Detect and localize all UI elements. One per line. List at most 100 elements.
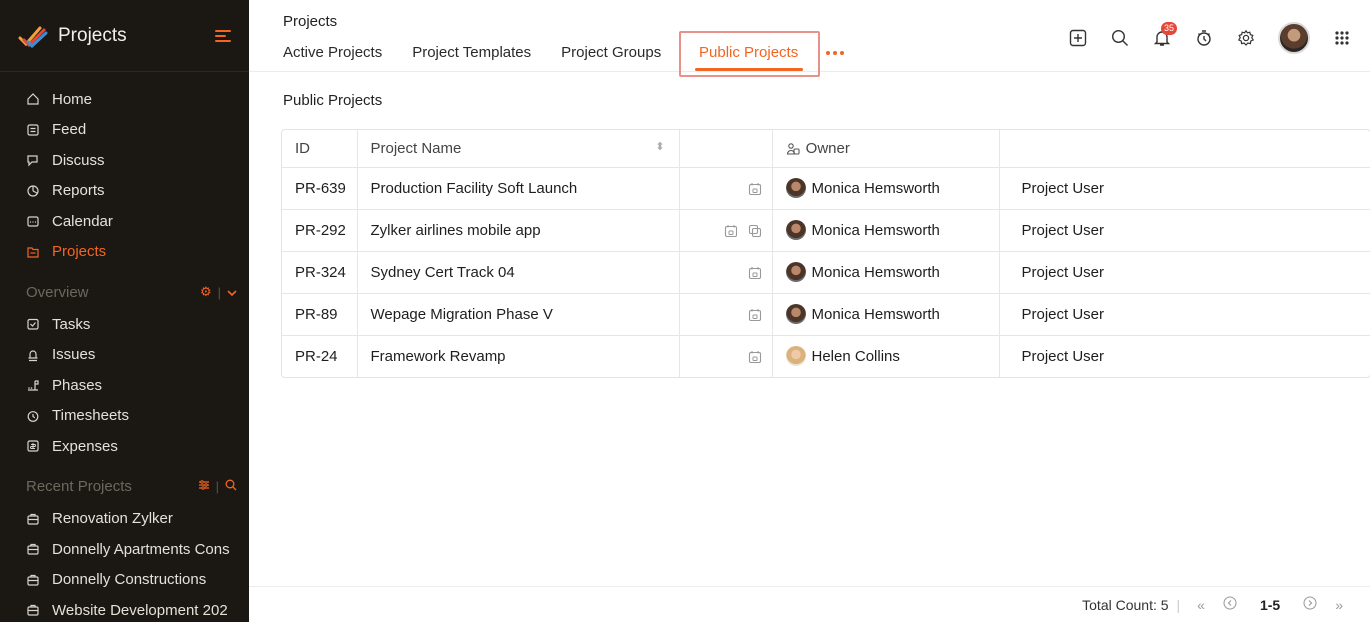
- copy-icon[interactable]: [748, 224, 762, 238]
- tab-bar: Active Projects Project Templates Projec…: [283, 44, 691, 61]
- page-title: Projects: [283, 13, 338, 30]
- header-actions: 35: [1068, 22, 1352, 54]
- table-row[interactable]: PR-292 Zylker airlines mobile app Monica H…: [282, 209, 1370, 252]
- sidebar-item-feed[interactable]: Feed: [0, 115, 249, 146]
- home-icon: [26, 92, 40, 106]
- chevron-down-icon[interactable]: [227, 285, 237, 300]
- sidebar-item-expenses[interactable]: Expenses: [0, 431, 249, 462]
- section-label: Recent Projects: [26, 478, 132, 495]
- recent-project-label: Donnelly Apartments Cons: [52, 540, 230, 558]
- calendar-lock-icon[interactable]: [748, 182, 762, 196]
- column-header-id[interactable]: ID: [282, 130, 358, 168]
- sidebar-item-label: Projects: [52, 243, 107, 261]
- filter-icon[interactable]: [198, 479, 210, 494]
- sidebar: Projects Home Feed Discuss Reports Calen…: [0, 0, 249, 622]
- timer-icon[interactable]: [1194, 28, 1214, 48]
- tab-public-projects-highlight: Public Projects: [679, 31, 820, 77]
- recent-project-item[interactable]: Renovation Zylker: [0, 504, 249, 535]
- reports-icon: [26, 184, 40, 198]
- discuss-icon: [26, 153, 40, 167]
- table-row[interactable]: PR-639 Production Facility Soft Launch Mon…: [282, 167, 1370, 210]
- feed-icon: [26, 123, 40, 137]
- next-page-icon[interactable]: [1303, 596, 1317, 613]
- project-role: Project User: [999, 251, 1370, 294]
- table-row[interactable]: PR-89 Wepage Migration Phase V Monica Hems…: [282, 293, 1370, 336]
- table-row[interactable]: PR-324 Sydney Cert Track 04 Monica Hemswor…: [282, 251, 1370, 294]
- notification-bell-icon[interactable]: 35: [1152, 22, 1178, 48]
- divider: |: [217, 284, 221, 300]
- owner-name[interactable]: Monica Hemsworth: [812, 264, 940, 281]
- sidebar-item-calendar[interactable]: Calendar: [0, 206, 249, 237]
- tab-project-templates[interactable]: Project Templates: [412, 44, 531, 61]
- projects-logo-icon: [18, 26, 48, 48]
- gear-icon[interactable]: ⚙: [200, 284, 212, 300]
- project-owner: Monica Hemsworth: [772, 167, 1000, 210]
- tab-project-groups[interactable]: Project Groups: [561, 44, 661, 61]
- project-name[interactable]: Wepage Migration Phase V: [357, 293, 680, 336]
- project-id[interactable]: PR-292: [282, 209, 358, 252]
- briefcase-icon: [26, 542, 40, 556]
- sidebar-item-label: Expenses: [52, 437, 118, 455]
- sidebar-item-phases[interactable]: Phases: [0, 370, 249, 401]
- owner-avatar: [785, 262, 806, 282]
- sidebar-item-label: Timesheets: [52, 407, 129, 425]
- calendar-lock-icon[interactable]: [748, 308, 762, 322]
- previous-page-icon[interactable]: [1223, 596, 1237, 613]
- sidebar-item-issues[interactable]: Issues: [0, 340, 249, 371]
- project-owner: Monica Hemsworth: [772, 209, 1000, 252]
- table-row[interactable]: PR-24 Framework Revamp Helen Collins Projec…: [282, 335, 1370, 377]
- issues-icon: [26, 348, 40, 362]
- sort-icon[interactable]: ⬍: [655, 140, 664, 153]
- column-header-owner[interactable]: Owner: [772, 130, 1000, 168]
- project-name[interactable]: Production Facility Soft Launch: [357, 167, 680, 210]
- sidebar-item-reports[interactable]: Reports: [0, 176, 249, 207]
- user-avatar[interactable]: [1278, 22, 1310, 54]
- sidebar-item-projects[interactable]: Projects: [0, 237, 249, 268]
- project-name[interactable]: Framework Revamp: [357, 335, 680, 377]
- owner-name[interactable]: Monica Hemsworth: [812, 180, 940, 197]
- project-name[interactable]: Zylker airlines mobile app: [357, 209, 680, 252]
- calendar-lock-icon[interactable]: [724, 224, 738, 238]
- menu-toggle-icon[interactable]: [215, 29, 231, 42]
- first-page-icon[interactable]: «: [1197, 597, 1205, 613]
- project-actions: [679, 293, 773, 336]
- column-header-project-name[interactable]: Project Name ⬍: [357, 130, 680, 168]
- more-tabs-icon[interactable]: [826, 51, 844, 55]
- search-icon[interactable]: [1110, 28, 1130, 48]
- calendar-lock-icon[interactable]: [748, 350, 762, 364]
- project-id[interactable]: PR-24: [282, 335, 358, 377]
- total-count: Total Count: 5: [1082, 596, 1169, 613]
- active-tab-underline: [695, 68, 803, 71]
- project-id[interactable]: PR-639: [282, 167, 358, 210]
- project-role: Project User: [1021, 347, 1105, 365]
- settings-gear-icon[interactable]: [1236, 28, 1256, 48]
- project-id[interactable]: PR-89: [282, 293, 358, 336]
- recent-project-item[interactable]: Donnelly Apartments Cons: [0, 534, 249, 565]
- project-actions: [679, 335, 773, 377]
- sidebar-item-label: Reports: [52, 182, 105, 200]
- sidebar-item-home[interactable]: Home: [0, 84, 249, 115]
- recent-project-item[interactable]: Donnelly Constructions: [0, 565, 249, 596]
- section-label: Overview: [26, 283, 89, 301]
- calendar-lock-icon[interactable]: [748, 266, 762, 280]
- tab-active-projects[interactable]: Active Projects: [283, 44, 382, 61]
- sidebar-item-discuss[interactable]: Discuss: [0, 145, 249, 176]
- app-title: Projects: [58, 24, 127, 46]
- sidebar-item-label: Phases: [52, 376, 103, 394]
- app-grid-icon[interactable]: [1332, 28, 1352, 48]
- owner-avatar: [785, 220, 806, 240]
- add-icon[interactable]: [1068, 28, 1088, 48]
- pagination-bar: Total Count: 5 | « 1-5 »: [249, 586, 1370, 622]
- recent-project-item[interactable]: Website Development 202: [0, 595, 249, 622]
- divider: |: [215, 479, 219, 494]
- sidebar-item-timesheets[interactable]: Timesheets: [0, 401, 249, 432]
- owner-name[interactable]: Monica Hemsworth: [812, 222, 940, 239]
- last-page-icon[interactable]: »: [1335, 597, 1343, 613]
- owner-name[interactable]: Monica Hemsworth: [812, 306, 940, 323]
- tab-public-projects[interactable]: Public Projects: [699, 44, 798, 61]
- project-name[interactable]: Sydney Cert Track 04: [357, 251, 680, 294]
- search-icon[interactable]: [225, 479, 237, 494]
- sidebar-item-tasks[interactable]: Tasks: [0, 309, 249, 340]
- project-id[interactable]: PR-324: [282, 251, 358, 294]
- owner-name[interactable]: Helen Collins: [812, 348, 900, 365]
